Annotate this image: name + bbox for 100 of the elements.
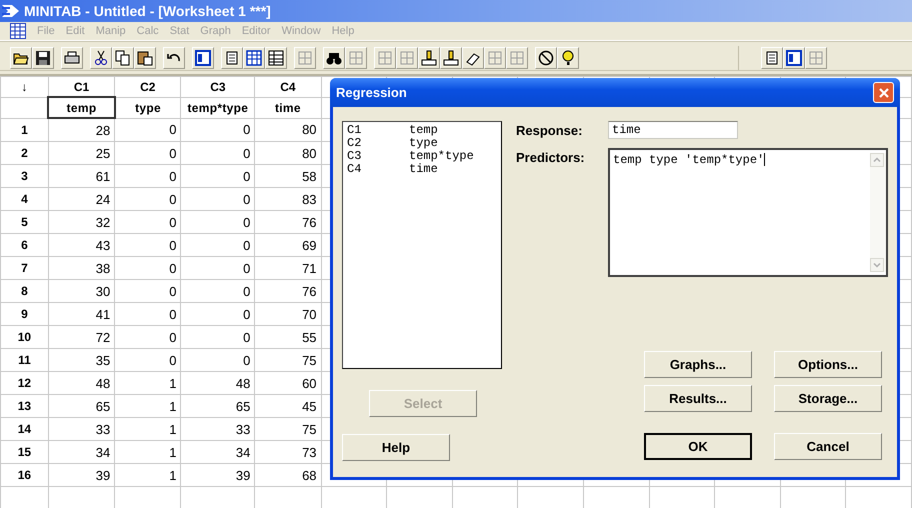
table-cell: 0 — [114, 302, 181, 326]
variable-name: temp — [409, 124, 438, 137]
column-id: C2 — [347, 137, 362, 150]
variable-list[interactable]: C1 temp C2 type C3 temp*type C4 time — [342, 121, 502, 369]
toolbar-button[interactable] — [557, 47, 579, 69]
column-header[interactable]: C3 — [180, 76, 255, 97]
table-cell: 80 — [254, 142, 322, 164]
table-cell: 0 — [114, 348, 181, 372]
toolbar-button[interactable] — [112, 47, 134, 69]
table-cell: 69 — [254, 234, 322, 256]
toolbar-button[interactable] — [221, 47, 243, 69]
toolbar-button[interactable] — [760, 47, 782, 69]
table-cell: 68 — [254, 464, 322, 486]
toolbar-button[interactable] — [323, 47, 345, 69]
row-number: 3 — [0, 164, 48, 188]
table-cell: 0 — [114, 118, 181, 142]
table-cell: 0 — [180, 302, 255, 326]
table-cell: 75 — [254, 418, 322, 440]
response-label: Response: — [516, 122, 584, 138]
column-name-cell[interactable]: temp — [48, 97, 115, 118]
column-header[interactable]: C2 — [114, 76, 181, 97]
dialog-button[interactable]: Results... — [644, 385, 752, 412]
row-number: 10 — [0, 326, 48, 348]
toolbar-button[interactable] — [418, 47, 440, 69]
toolbar-button[interactable] — [535, 47, 557, 69]
table-cell: 0 — [114, 234, 181, 256]
dialog-button[interactable]: Help — [342, 434, 450, 461]
dialog-button[interactable]: OK — [644, 433, 752, 460]
column-id: C1 — [347, 124, 362, 137]
row-number: 11 — [0, 348, 48, 372]
app-logo-icon — [2, 4, 20, 18]
column-id: C4 — [347, 163, 362, 176]
toolbar-button[interactable] — [440, 47, 462, 69]
column-header[interactable]: C4 — [254, 76, 322, 97]
table-cell: 0 — [180, 256, 255, 280]
table-cell: 58 — [254, 164, 322, 188]
table-cell: 33 — [48, 418, 115, 440]
table-cell: 0 — [180, 234, 255, 256]
grid-icon — [297, 50, 313, 66]
scroll-icon — [764, 50, 780, 66]
toolbar-button[interactable] — [243, 47, 265, 69]
toolbar-button[interactable] — [782, 47, 804, 69]
table-cell: 1 — [114, 440, 181, 464]
table-cell: 71 — [254, 256, 322, 280]
row-number: 6 — [0, 234, 48, 256]
toolbar-button[interactable] — [32, 47, 54, 69]
toolbar-button[interactable] — [10, 47, 32, 69]
table-icon — [268, 50, 284, 66]
table-cell: 1 — [114, 464, 181, 486]
predictors-field[interactable]: temp type 'temp*type' — [608, 148, 888, 277]
toolbar-button[interactable] — [163, 47, 185, 69]
close-button[interactable] — [873, 82, 894, 103]
binoculars-icon — [326, 50, 342, 66]
row-number: 2 — [0, 142, 48, 164]
table-cell: 33 — [180, 418, 255, 440]
table-cell: 0 — [180, 210, 255, 234]
close-icon — [878, 86, 890, 98]
column-name-cell[interactable]: time — [254, 97, 322, 118]
predictors-label: Predictors: — [516, 149, 586, 165]
toolbar-button[interactable] — [192, 47, 214, 69]
windows-icon — [808, 50, 824, 66]
table-cell: 83 — [254, 188, 322, 210]
toolbar-button[interactable] — [462, 47, 484, 69]
table-cell: 30 — [48, 280, 115, 302]
column-name-cell[interactable]: temp*type — [180, 97, 255, 118]
table-cell: 28 — [48, 118, 115, 142]
column-name-cell[interactable]: type — [114, 97, 181, 118]
cut-icon — [93, 50, 109, 66]
dialog-button[interactable]: Graphs... — [644, 351, 752, 378]
toolbar-button[interactable] — [61, 47, 83, 69]
response-field[interactable]: time — [608, 121, 738, 139]
table-cell: 0 — [114, 326, 181, 348]
row-number: 7 — [0, 256, 48, 280]
scroll-icon — [224, 50, 240, 66]
table-cell: 0 — [114, 256, 181, 280]
table-cell: 25 — [48, 142, 115, 164]
table-cell: 73 — [254, 440, 322, 464]
row-number: 9 — [0, 302, 48, 326]
table-cell: 0 — [180, 348, 255, 372]
column-header[interactable]: C1 — [48, 76, 115, 97]
dialog-button[interactable]: Storage... — [774, 385, 882, 412]
table-cell: 41 — [48, 302, 115, 326]
table-cell: 48 — [48, 372, 115, 394]
toolbar-button[interactable] — [90, 47, 112, 69]
dialog-button[interactable]: Cancel — [774, 433, 882, 460]
table-cell: 0 — [180, 142, 255, 164]
variable-name: time — [409, 163, 438, 176]
dialog-title: Regression — [336, 85, 407, 100]
windows-icon — [786, 50, 802, 66]
table-cell: 38 — [48, 256, 115, 280]
table-cell: 1 — [114, 372, 181, 394]
table-cell: 45 — [254, 394, 322, 418]
row-number: 14 — [0, 418, 48, 440]
worksheet-icon — [246, 50, 262, 66]
table-cell: 48 — [180, 372, 255, 394]
dialog-button[interactable]: Options... — [774, 351, 882, 378]
variable-name: type — [409, 137, 438, 150]
save-icon — [35, 50, 51, 66]
toolbar-button[interactable] — [265, 47, 287, 69]
toolbar-button[interactable] — [134, 47, 156, 69]
